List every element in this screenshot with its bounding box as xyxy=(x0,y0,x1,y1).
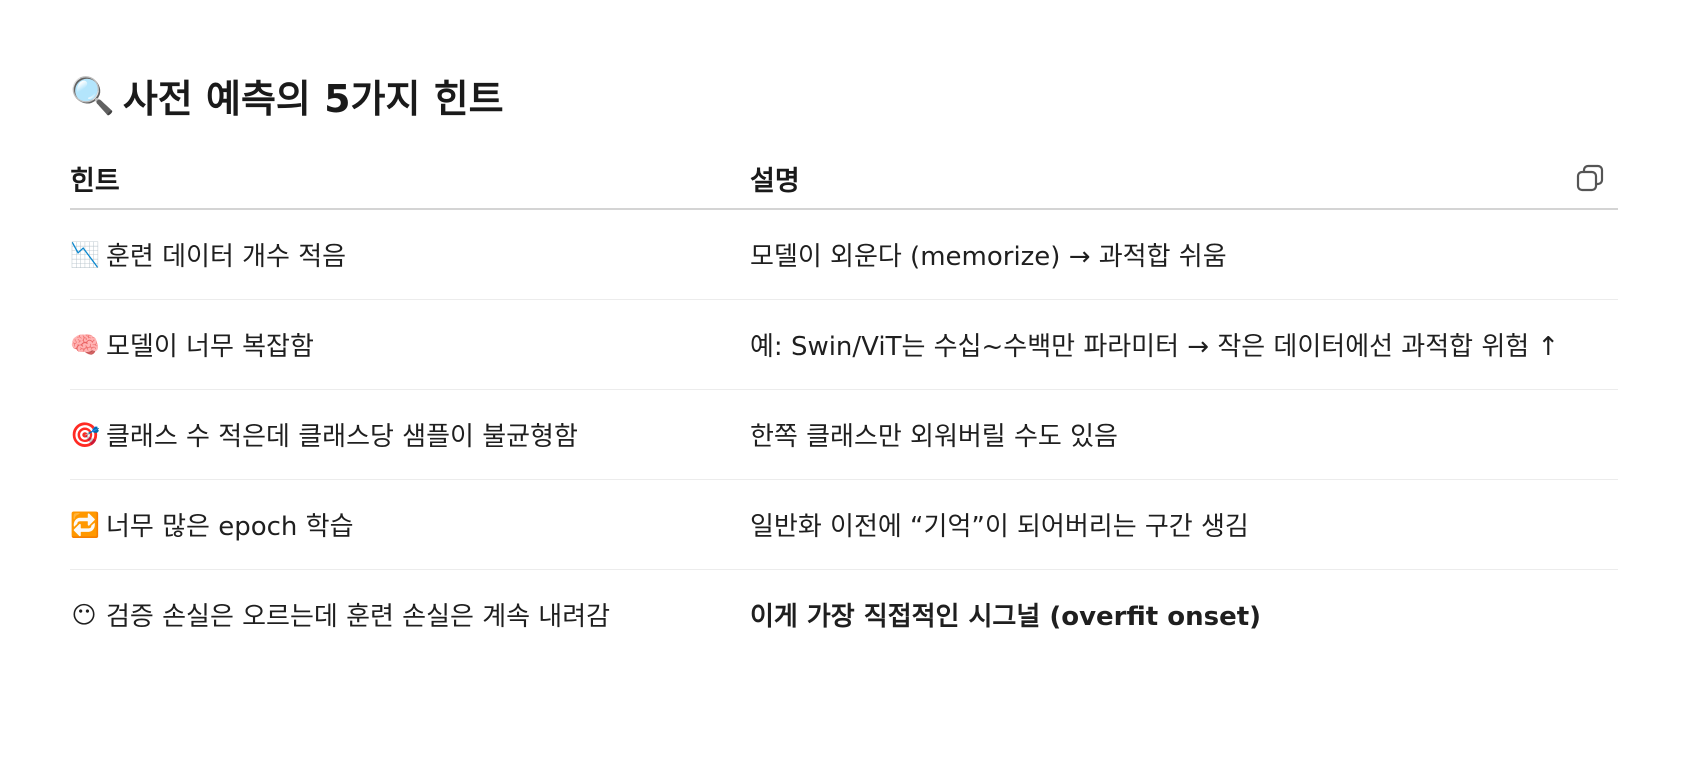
copy-icon xyxy=(1576,164,1604,192)
hint-text: 모델이 너무 복잡함 xyxy=(106,332,314,362)
description-cell: 일반화 이전에 “기억”이 되어버리는 구간 생김 xyxy=(750,479,1618,570)
column-header-description-label: 설명 xyxy=(750,165,800,197)
target-icon: 🎯 xyxy=(70,420,100,449)
section-title: 사전 예측의 5가지 힌트 xyxy=(122,77,504,121)
hint-text: 훈련 데이터 개수 적음 xyxy=(106,242,347,272)
hint-cell: 😶 검증 손실은 오르는데 훈련 손실은 계속 내려감 xyxy=(70,570,750,660)
description-cell: 이게 가장 직접적인 시그널 (overfit onset) xyxy=(750,602,1262,632)
hint-text: 너무 많은 epoch 학습 xyxy=(106,512,354,542)
hint-cell: 🔁 너무 많은 epoch 학습 xyxy=(70,479,750,570)
copy-table-button[interactable] xyxy=(1572,160,1608,196)
hint-cell: 🎯 클래스 수 적은데 클래스당 샘플이 불균형함 xyxy=(70,389,750,480)
hint-cell: 🧠 모델이 너무 복잡함 xyxy=(70,299,750,390)
hint-text: 클래스 수 적은데 클래스당 샘플이 불균형함 xyxy=(106,422,578,452)
hint-cell: 📉 훈련 데이터 개수 적음 xyxy=(70,209,750,300)
brain-icon: 🧠 xyxy=(70,330,100,359)
face-without-mouth-icon: 😶 xyxy=(71,600,97,629)
description-cell: 한쪽 클래스만 외워버릴 수도 있음 xyxy=(750,389,1618,480)
table-row: 🔁 너무 많은 epoch 학습 일반화 이전에 “기억”이 되어버리는 구간 … xyxy=(70,479,1618,570)
description-cell: 예: Swin/ViT는 수십~수백만 파라미터 → 작은 데이터에선 과적합 … xyxy=(750,299,1618,390)
hints-table: 힌트 설명 📉 훈련 데이터 개수 적음 모델이 외운다 (memorize) … xyxy=(70,148,1618,659)
section-heading: 🔍 사전 예측의 5가지 힌트 xyxy=(70,68,504,123)
table-header-row: 힌트 설명 xyxy=(70,148,1618,210)
hint-text: 검증 손실은 오르는데 훈련 손실은 계속 내려감 xyxy=(106,602,611,632)
table-row: 📉 훈련 데이터 개수 적음 모델이 외운다 (memorize) → 과적합 … xyxy=(70,209,1618,300)
description-cell: 모델이 외운다 (memorize) → 과적합 쉬움 xyxy=(750,209,1618,300)
table-row: 🎯 클래스 수 적은데 클래스당 샘플이 불균형함 한쪽 클래스만 외워버릴 수… xyxy=(70,389,1618,480)
table-row: 🧠 모델이 너무 복잡함 예: Swin/ViT는 수십~수백만 파라미터 → … xyxy=(70,299,1618,390)
chart-decreasing-icon: 📉 xyxy=(70,240,100,269)
column-header-hint: 힌트 xyxy=(70,148,750,210)
magnifier-icon: 🔍 xyxy=(70,75,115,117)
table-row: 😶 검증 손실은 오르는데 훈련 손실은 계속 내려감 이게 가장 직접적인 시… xyxy=(70,570,1618,660)
column-header-description: 설명 xyxy=(750,148,1618,210)
page: 🔍 사전 예측의 5가지 힌트 힌트 설명 📉 훈련 데이터 개수 적음 모델이… xyxy=(0,0,1688,758)
repeat-icon: 🔁 xyxy=(70,510,100,539)
